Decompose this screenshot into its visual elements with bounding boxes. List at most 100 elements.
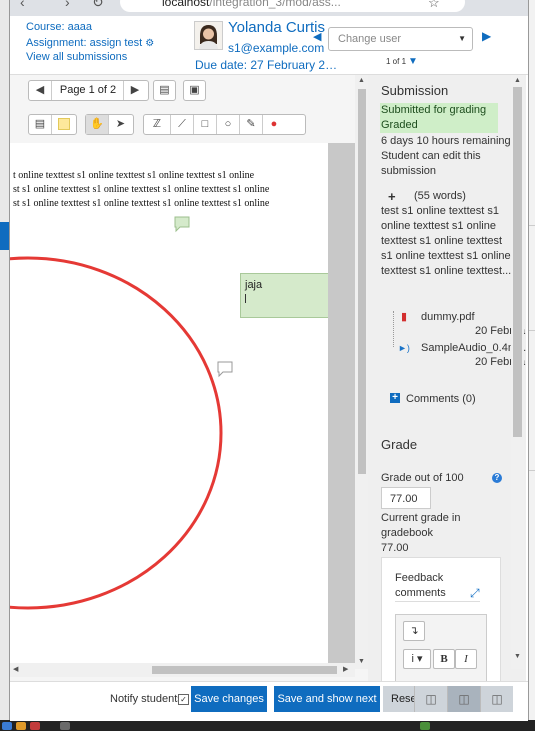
filter-icon[interactable]: ▼: [408, 56, 418, 67]
audio-file-icon: ►): [398, 343, 410, 353]
edit-note: submission: [381, 165, 437, 177]
pdf-annotation-editor: ◀ Page 1 of 2 ▶ ▤ ▣ ▤ ✋ ➤ ℤ ⟋ □ ○ ✎ ● t …: [10, 75, 368, 681]
annotation-tools: ℤ ⟋ □ ○ ✎ ●: [143, 114, 306, 135]
online-text-line: test s1 online texttest s1: [381, 205, 500, 217]
online-text-line: texttest s1 online texttest...: [381, 265, 512, 277]
navigation-tools: ✋ ➤: [85, 114, 134, 135]
pen-tool-icon[interactable]: ✎: [240, 115, 263, 134]
rectangle-tool-icon[interactable]: □: [194, 115, 217, 134]
expand-comments-button[interactable]: ▣: [183, 80, 206, 101]
oval-tool-icon[interactable]: ○: [217, 115, 240, 134]
gear-icon[interactable]: ⚙: [145, 38, 154, 49]
file-tree-line: [393, 311, 395, 347]
red-oval-annotation: [10, 256, 223, 610]
time-remaining: 6 days 10 hours remaining: [381, 135, 511, 147]
chevron-down-icon: ▼: [458, 34, 466, 43]
comment-text[interactable]: jaja: [245, 279, 262, 291]
comment-tools: ▤: [28, 114, 77, 135]
hand-pan-icon[interactable]: ✋: [86, 115, 109, 134]
grader-header: Course: aaaa Assignment: assign test ⚙ V…: [10, 16, 528, 75]
submission-status-box: Submitted for grading Graded: [380, 103, 498, 133]
due-date: Due date: 27 February 2…: [195, 58, 338, 72]
expand-comments-icon[interactable]: +: [390, 393, 400, 403]
current-grade-label: gradebook: [381, 527, 433, 539]
search-comments-icon: ▤: [159, 84, 170, 96]
comments-link[interactable]: Comments (0): [406, 393, 476, 405]
notify-students-checkbox[interactable]: ✓: [178, 694, 189, 705]
course-link[interactable]: Course: aaaa: [26, 21, 92, 33]
view-all-submissions-link[interactable]: View all submissions: [26, 51, 127, 63]
bold-icon[interactable]: B: [433, 649, 455, 669]
select-pointer-icon[interactable]: ➤: [109, 115, 132, 134]
line-tool-icon[interactable]: ⟋: [171, 115, 194, 134]
stamp-icon[interactable]: ℤ: [144, 115, 171, 134]
change-user-placeholder: Change user: [338, 33, 401, 45]
editor-toolbar: ↴ i ▾ B I: [395, 614, 487, 681]
annotation-comment-box[interactable]: jaja: [240, 273, 328, 318]
edit-note: Student can edit this: [381, 150, 481, 162]
search-comments-button[interactable]: ▤: [153, 80, 176, 101]
word-count: (55 words): [414, 190, 466, 202]
previous-page-icon[interactable]: ◀: [29, 81, 52, 100]
layout-collapse-review-icon[interactable]: ◫: [414, 686, 447, 712]
user-name-link[interactable]: Yolanda Curtis: [228, 19, 325, 36]
layout-collapse-grade-icon[interactable]: ◫: [480, 686, 513, 712]
feedback-label: comments: [395, 587, 446, 599]
paragraph-style-icon[interactable]: i ▾: [403, 649, 431, 669]
background-highlight: [0, 222, 9, 250]
url-host: localhost: [162, 0, 210, 9]
page-select[interactable]: Page 1 of 2: [53, 81, 124, 100]
help-icon[interactable]: ?: [492, 473, 502, 483]
avatar: [194, 21, 223, 50]
current-grade-label: Current grade in: [381, 512, 461, 524]
next-user-icon[interactable]: ▶: [482, 29, 491, 43]
italic-icon[interactable]: I: [455, 649, 477, 669]
user-page-count: 1 of 1: [386, 57, 407, 66]
submission-heading: Submission: [381, 83, 449, 98]
text-cursor: [245, 294, 246, 303]
layout-default-icon[interactable]: ◫: [447, 686, 480, 712]
grader-footer: Notify students ✓ Save changes Save and …: [10, 681, 528, 721]
toolbar-toggle-icon[interactable]: ↴: [403, 621, 425, 641]
grade-out-of-label: Grade out of 100: [381, 472, 464, 484]
back-icon[interactable]: ‹: [20, 0, 25, 10]
reload-icon[interactable]: ↻: [92, 0, 104, 11]
background-page-left: [0, 0, 9, 731]
taskbar: [0, 720, 535, 731]
url-path: /integration_3/mod/ass...: [209, 0, 341, 9]
save-and-show-next-button[interactable]: Save and show next: [274, 686, 380, 712]
online-text-line: online texttest s1 online: [381, 220, 496, 232]
save-changes-button[interactable]: Save changes: [191, 686, 267, 712]
document-viewport: t online texttest s1 online texttest s1 …: [10, 143, 355, 663]
assignment-link[interactable]: Assignment: assign test: [26, 37, 142, 49]
expand-plus-icon[interactable]: +: [388, 189, 396, 204]
grade-panel: Submission Submitted for grading Graded …: [368, 75, 526, 681]
user-email-link[interactable]: s1@example.com: [228, 41, 324, 55]
comment-marker-icon: [217, 361, 233, 378]
pdf-file-icon: ▮: [401, 311, 408, 323]
online-text-line: s1 online texttest s1 online: [381, 250, 511, 262]
change-user-select[interactable]: Change user ▼: [328, 27, 473, 51]
editor-horizontal-scrollbar[interactable]: ◀ ▶: [10, 663, 355, 677]
comment-tool-icon[interactable]: ▤: [29, 115, 52, 134]
grade-input[interactable]: 77.00: [381, 487, 431, 509]
file-link-pdf[interactable]: dummy.pdf: [421, 311, 475, 323]
document-page[interactable]: t online texttest s1 online texttest s1 …: [10, 143, 328, 663]
feedback-comments-card: Feedback comments ⤢ ↴ i ▾ B I: [381, 557, 501, 681]
color-drop-icon[interactable]: ●: [263, 115, 285, 134]
forward-icon[interactable]: ›: [65, 0, 70, 10]
annotation-layer: [10, 216, 233, 610]
previous-user-icon[interactable]: ◀: [313, 30, 321, 43]
grade-heading: Grade: [381, 437, 418, 452]
assignment-grader-window: ‹ › ↻ localhost/integration_3/mod/ass...…: [9, 0, 529, 721]
editor-vertical-scrollbar[interactable]: ▲ ▼: [355, 75, 368, 669]
page-navigation: ◀ Page 1 of 2 ▶: [28, 80, 149, 101]
fullscreen-icon[interactable]: ⤢: [470, 586, 480, 601]
bookmark-star-icon[interactable]: ☆: [428, 0, 440, 11]
assignment-link-wrap: Assignment: assign test ⚙: [26, 37, 154, 49]
address-bar[interactable]: localhost/integration_3/mod/ass...: [120, 0, 465, 12]
panel-vertical-scrollbar[interactable]: ▲ ▼: [511, 75, 524, 669]
comment-color-icon[interactable]: [52, 115, 75, 134]
current-grade-link[interactable]: 77.00: [381, 542, 409, 554]
next-page-icon[interactable]: ▶: [124, 81, 146, 100]
